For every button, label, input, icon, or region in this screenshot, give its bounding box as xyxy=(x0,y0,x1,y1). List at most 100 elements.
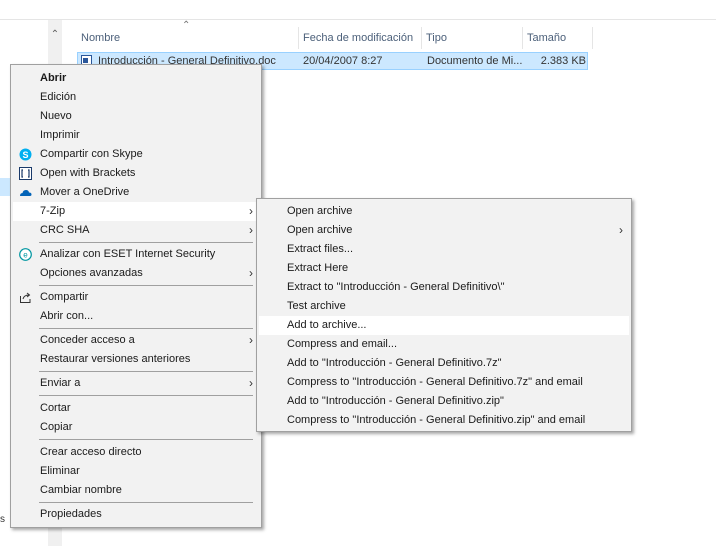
menu-item-abrir-con[interactable]: Abrir con... xyxy=(13,307,259,326)
chevron-right-icon: › xyxy=(249,266,253,280)
chevron-right-icon: › xyxy=(249,204,253,218)
menu-separator xyxy=(39,285,253,286)
menu-item-label: Open archive xyxy=(287,205,353,217)
navigation-pane-text-fragment: s xyxy=(0,514,5,525)
menu-item-label: Eliminar xyxy=(40,465,80,477)
menu-item-label: Restaurar versiones anteriores xyxy=(40,353,191,365)
svg-text:S: S xyxy=(22,150,28,160)
menu-item-label: Copiar xyxy=(40,421,73,433)
submenu-item-extract-here[interactable]: Extract Here xyxy=(259,259,629,278)
menu-item-enviar-a[interactable]: Enviar a › xyxy=(13,374,259,393)
column-header-label: Tipo xyxy=(426,32,447,44)
menu-separator xyxy=(39,242,253,243)
menu-item-propiedades[interactable]: Propiedades xyxy=(13,505,259,524)
menu-item-label: Analizar con ESET Internet Security xyxy=(40,248,216,260)
context-menu: Abrir Edición Nuevo Imprimir S Compartir… xyxy=(10,64,262,528)
skype-icon: S xyxy=(19,148,32,161)
submenu-item-test-archive[interactable]: Test archive xyxy=(259,297,629,316)
column-header-name[interactable]: Nombre xyxy=(77,27,299,49)
7zip-submenu: Open archive Open archive › Extract file… xyxy=(256,198,632,432)
menu-item-label: Compress to "Introducción - General Defi… xyxy=(287,414,586,426)
menu-item-label: Edición xyxy=(40,91,77,103)
menu-separator xyxy=(39,502,253,503)
file-modified: 20/04/2007 8:27 xyxy=(303,55,383,67)
file-size: 2.383 KB xyxy=(540,55,586,67)
menu-item-label: Open with Brackets xyxy=(40,167,136,179)
menu-item-eset[interactable]: e Analizar con ESET Internet Security xyxy=(13,245,259,264)
submenu-item-add-to-zip[interactable]: Add to "Introducción - General Definitiv… xyxy=(259,392,629,411)
submenu-item-add-to-7z[interactable]: Add to "Introducción - General Definitiv… xyxy=(259,354,629,373)
menu-item-label: Crear acceso directo xyxy=(40,446,142,458)
menu-item-label: Compress and email... xyxy=(287,338,398,350)
menu-item-label: Extract Here xyxy=(287,262,349,274)
menu-item-imprimir[interactable]: Imprimir xyxy=(13,126,259,145)
menu-item-label: 7-Zip xyxy=(40,205,66,217)
menu-item-cortar[interactable]: Cortar xyxy=(13,399,259,418)
menu-item-restaurar-versiones[interactable]: Restaurar versiones anteriores xyxy=(13,350,259,369)
navigation-pane-selected-item[interactable] xyxy=(0,178,10,196)
menu-item-label: Compartir con Skype xyxy=(40,148,143,160)
share-icon xyxy=(19,291,32,304)
menu-item-nuevo[interactable]: Nuevo xyxy=(13,107,259,126)
brackets-icon xyxy=(19,167,32,180)
file-type: Documento de Mi... xyxy=(427,55,523,67)
menu-item-label: Propiedades xyxy=(40,508,102,520)
menu-item-label: Conceder acceso a xyxy=(40,334,135,346)
menu-item-cambiar-nombre[interactable]: Cambiar nombre xyxy=(13,481,259,500)
submenu-item-open-archive-more[interactable]: Open archive › xyxy=(259,221,629,240)
menu-separator xyxy=(39,371,253,372)
menu-item-abrir[interactable]: Abrir xyxy=(13,69,259,88)
chevron-right-icon: › xyxy=(249,223,253,237)
column-header-size[interactable]: Tamaño xyxy=(523,27,593,49)
chevron-right-icon: › xyxy=(249,376,253,390)
submenu-item-compress-and-email[interactable]: Compress and email... xyxy=(259,335,629,354)
menu-item-label: Add to archive... xyxy=(287,319,367,331)
menu-item-label: Compress to "Introducción - General Defi… xyxy=(287,376,583,388)
menu-item-7zip[interactable]: 7-Zip › xyxy=(13,202,259,221)
menu-item-onedrive[interactable]: Mover a OneDrive xyxy=(13,183,259,202)
menu-item-conceder-acceso[interactable]: Conceder acceso a › xyxy=(13,331,259,350)
menu-item-eliminar[interactable]: Eliminar xyxy=(13,462,259,481)
menu-item-label: Enviar a xyxy=(40,377,81,389)
menu-item-label: Test archive xyxy=(287,300,346,312)
svg-text:e: e xyxy=(23,251,28,260)
submenu-item-add-to-archive[interactable]: Add to archive... xyxy=(259,316,629,335)
menu-item-label: Abrir xyxy=(40,72,67,84)
menu-separator xyxy=(39,439,253,440)
submenu-item-compress-7z-email[interactable]: Compress to "Introducción - General Defi… xyxy=(259,373,629,392)
menu-item-label: Cambiar nombre xyxy=(40,484,122,496)
column-header-label: Tamaño xyxy=(527,32,567,44)
menu-item-label: Add to "Introducción - General Definitiv… xyxy=(287,357,502,369)
menu-item-label: Open archive xyxy=(287,224,353,236)
menu-item-copiar[interactable]: Copiar xyxy=(13,418,259,437)
submenu-item-compress-zip-email[interactable]: Compress to "Introducción - General Defi… xyxy=(259,411,629,430)
menu-item-opciones-avanzadas[interactable]: Opciones avanzadas › xyxy=(13,264,259,283)
column-header-label: Nombre xyxy=(81,32,121,44)
toolbar-divider xyxy=(0,19,716,20)
submenu-item-extract-files[interactable]: Extract files... xyxy=(259,240,629,259)
menu-item-label: Cortar xyxy=(40,402,71,414)
menu-item-label: Nuevo xyxy=(40,110,72,122)
submenu-item-extract-to-folder[interactable]: Extract to "Introducción - General Defin… xyxy=(259,278,629,297)
menu-item-edicion[interactable]: Edición xyxy=(13,88,259,107)
onedrive-icon xyxy=(19,186,32,199)
menu-item-label: CRC SHA xyxy=(40,224,90,236)
menu-item-label: Imprimir xyxy=(40,129,80,141)
scroll-up-icon[interactable]: ⌃ xyxy=(48,28,62,42)
menu-item-label: Extract to "Introducción - General Defin… xyxy=(287,281,505,293)
chevron-right-icon: › xyxy=(619,223,623,237)
menu-item-label: Opciones avanzadas xyxy=(40,267,143,279)
menu-item-compartir[interactable]: Compartir xyxy=(13,288,259,307)
menu-item-brackets[interactable]: Open with Brackets xyxy=(13,164,259,183)
menu-separator xyxy=(39,328,253,329)
menu-item-crear-acceso-directo[interactable]: Crear acceso directo xyxy=(13,443,259,462)
submenu-item-open-archive[interactable]: Open archive xyxy=(259,202,629,221)
menu-item-skype[interactable]: S Compartir con Skype xyxy=(13,145,259,164)
menu-separator xyxy=(39,395,253,396)
chevron-right-icon: › xyxy=(249,333,253,347)
menu-item-label: Mover a OneDrive xyxy=(40,186,130,198)
menu-item-label: Extract files... xyxy=(287,243,354,255)
column-header-date[interactable]: Fecha de modificación xyxy=(299,27,422,49)
column-header-type[interactable]: Tipo xyxy=(422,27,523,49)
menu-item-crc-sha[interactable]: CRC SHA › xyxy=(13,221,259,240)
